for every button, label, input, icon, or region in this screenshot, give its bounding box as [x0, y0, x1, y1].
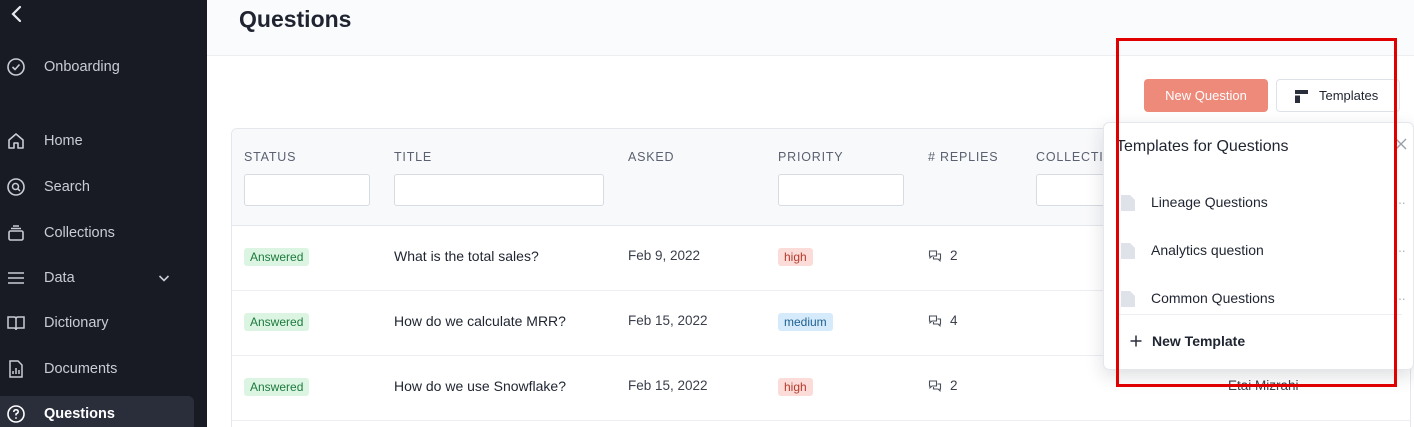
document-icon — [1121, 243, 1135, 259]
more-options-icon[interactable]: ··· — [1394, 290, 1406, 306]
chat-bubbles-icon — [928, 314, 942, 327]
templates-button-label: Templates — [1319, 88, 1379, 103]
column-header-asked[interactable]: ASKED — [628, 150, 674, 164]
chevron-down-icon[interactable] — [156, 270, 172, 286]
sidebar: Onboarding Home Search Collections Data … — [0, 0, 207, 427]
page-title: Questions — [239, 6, 352, 32]
priority-badge: high — [778, 378, 813, 396]
chat-bubbles-icon — [928, 249, 942, 262]
template-layout-icon — [1295, 90, 1308, 103]
sidebar-item-label: Dictionary — [44, 315, 109, 331]
more-options-icon[interactable]: ··· — [1394, 194, 1406, 210]
sidebar-item-label: Onboarding — [44, 59, 120, 75]
template-item-label: Lineage Questions — [1151, 194, 1268, 210]
template-item-lineage-questions[interactable]: Lineage Questions ··· — [1104, 180, 1413, 226]
template-item-label: Analytics question — [1151, 242, 1264, 258]
new-template-button[interactable]: New Template — [1104, 323, 1413, 363]
replies-value: 4 — [950, 313, 958, 328]
status-badge: Answered — [244, 313, 310, 331]
priority-badge: medium — [778, 313, 833, 331]
templates-dropdown-title: Templates for Questions — [1116, 138, 1289, 155]
document-icon — [1121, 195, 1135, 211]
check-circle-icon — [7, 58, 25, 76]
title-filter-input[interactable] — [394, 174, 604, 206]
status-badge: Answered — [244, 248, 310, 266]
document-chart-icon — [9, 360, 23, 378]
templates-dropdown: Templates for Questions Lineage Question… — [1103, 122, 1414, 370]
template-item-common-questions[interactable]: Common Questions ··· — [1104, 276, 1413, 322]
question-circle-icon — [7, 405, 25, 423]
sidebar-item-documents[interactable]: Documents — [0, 351, 194, 387]
asked-date: Feb 9, 2022 — [628, 248, 701, 263]
home-icon — [8, 133, 24, 149]
question-title[interactable]: How do we use Snowflake? — [394, 378, 566, 394]
sidebar-item-onboarding[interactable]: Onboarding — [0, 49, 194, 85]
replies-value: 2 — [950, 378, 958, 393]
question-title[interactable]: How do we calculate MRR? — [394, 313, 566, 329]
chat-bubbles-icon — [928, 379, 942, 392]
list-icon — [8, 272, 24, 284]
page-header: Questions — [207, 0, 1414, 56]
search-icon — [7, 178, 25, 196]
templates-button[interactable]: Templates — [1276, 79, 1400, 112]
author-name: Etai Mizrahi — [1228, 378, 1299, 393]
chevron-left-icon[interactable] — [6, 2, 26, 26]
sidebar-item-label: Home — [44, 133, 83, 149]
replies-count: 4 — [928, 313, 958, 328]
column-header-priority[interactable]: PRIORITY — [778, 150, 843, 164]
new-question-button[interactable]: New Question — [1144, 79, 1268, 112]
priority-filter-input[interactable] — [778, 174, 904, 206]
sidebar-item-label: Questions — [44, 406, 115, 422]
status-filter-input[interactable] — [244, 174, 370, 206]
column-header-collections[interactable]: COLLECTI — [1036, 150, 1104, 164]
document-icon — [1121, 291, 1135, 307]
template-item-label: Common Questions — [1151, 290, 1275, 306]
sidebar-item-dictionary[interactable]: Dictionary — [0, 305, 194, 341]
sidebar-item-search[interactable]: Search — [0, 169, 194, 205]
template-item-analytics-question[interactable]: Analytics question ··· — [1104, 228, 1413, 274]
more-options-icon[interactable]: ··· — [1394, 242, 1406, 258]
replies-value: 2 — [950, 248, 958, 263]
priority-badge: high — [778, 248, 813, 266]
replies-count: 2 — [928, 248, 958, 263]
collections-icon — [8, 225, 24, 241]
plus-icon — [1130, 335, 1142, 347]
sidebar-item-questions[interactable]: Questions — [0, 396, 194, 427]
close-icon[interactable] — [1394, 137, 1408, 151]
divider — [1116, 314, 1402, 315]
question-title[interactable]: What is the total sales? — [394, 248, 539, 264]
column-header-status[interactable]: STATUS — [244, 150, 296, 164]
sidebar-item-home[interactable]: Home — [0, 123, 194, 159]
sidebar-item-collections[interactable]: Collections — [0, 215, 194, 251]
replies-count: 2 — [928, 378, 958, 393]
status-badge: Answered — [244, 378, 310, 396]
column-header-title[interactable]: TITLE — [394, 150, 432, 164]
asked-date: Feb 15, 2022 — [628, 378, 708, 393]
column-header-replies[interactable]: # REPLIES — [928, 150, 998, 164]
asked-date: Feb 15, 2022 — [628, 313, 708, 328]
new-template-label: New Template — [1152, 333, 1246, 349]
sidebar-item-label: Collections — [44, 225, 115, 241]
sidebar-item-label: Documents — [44, 361, 118, 377]
sidebar-item-data[interactable]: Data — [0, 260, 194, 296]
sidebar-item-label: Data — [44, 270, 75, 286]
sidebar-item-label: Search — [44, 179, 90, 195]
book-icon — [7, 316, 25, 331]
